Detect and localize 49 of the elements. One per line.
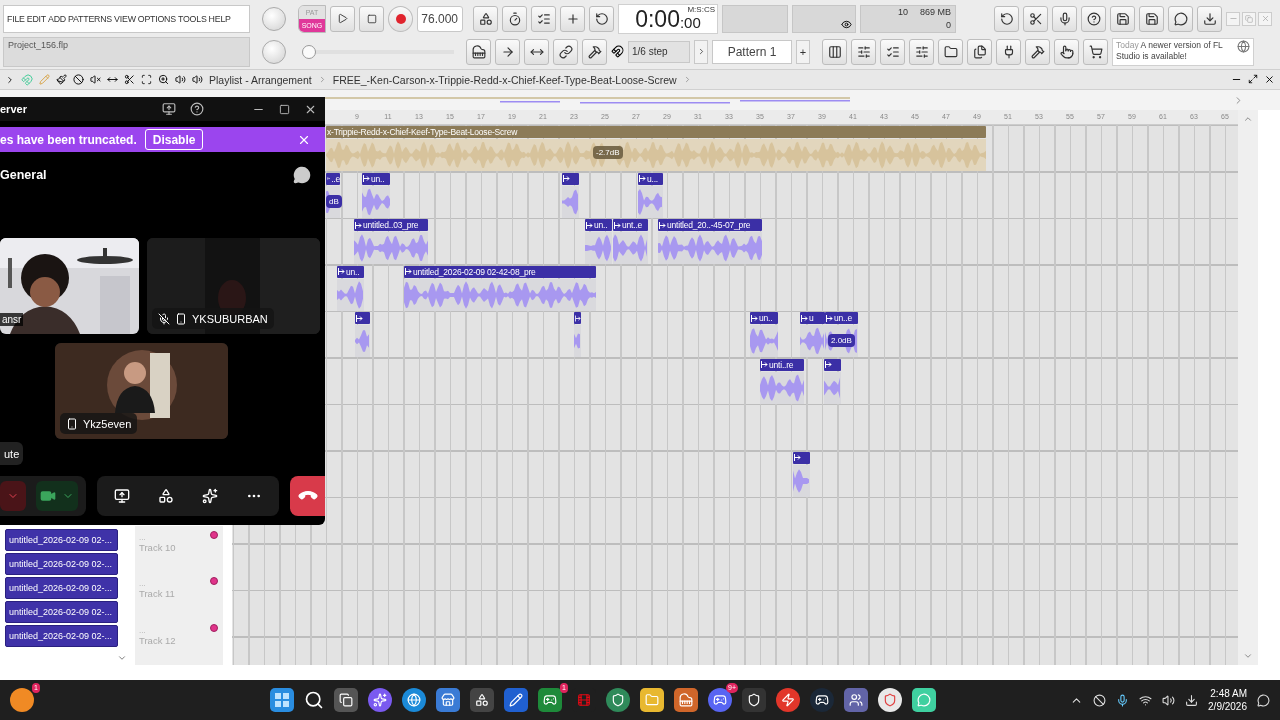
clip-header[interactable]: un.. (750, 312, 778, 324)
news-text: Today A newer version of FL Studio is available! (1116, 39, 1224, 62)
clip-header[interactable]: un.. (337, 265, 364, 278)
participant-name: YKSUBURBAN (192, 312, 268, 325)
clip-header[interactable]: un.. (362, 172, 390, 185)
project-name-field: Project_156.flp (3, 36, 250, 67)
clock[interactable]: 2:48 AM 2/9/2026 (1208, 687, 1247, 713)
song-title: FREE_-Ken-Carson-x-Trippie-Redd-x-Chief-Keef-Type-Beat-Loose-Screw (332, 73, 677, 86)
menu-item[interactable]: HELP (208, 13, 231, 24)
pattern-clip[interactable]: untitled_2026-02-09 02-... (5, 529, 118, 551)
menu-item[interactable]: OPTIONS (137, 13, 176, 24)
menu-item[interactable]: PATTERNS (68, 13, 113, 24)
clip-header[interactable]: ..e (326, 172, 340, 185)
resource-monitor: 10 869 MB 0 (860, 4, 956, 33)
menu-item[interactable]: VIEW (114, 13, 136, 24)
menu-item[interactable]: ADD (48, 13, 66, 24)
clip-header[interactable]: untitled_20..-45-07_pre (658, 219, 762, 231)
menu-item[interactable]: FILE (7, 13, 25, 24)
pattern-clip[interactable]: untitled_2026-02-09 02-... (5, 625, 118, 647)
video-tile[interactable]: ansr (0, 238, 139, 334)
tempo-field[interactable]: 76.000 (417, 5, 463, 32)
menu-item[interactable]: TOOLS (177, 13, 207, 24)
participant-name: ansr (0, 313, 24, 326)
clip-header[interactable]: un.. (585, 219, 612, 231)
snap-selector[interactable]: 1/6 step (628, 40, 690, 63)
mute-button[interactable]: ute (0, 442, 24, 465)
disable-button[interactable]: Disable (144, 129, 204, 150)
menu-item[interactable]: EDIT (26, 13, 47, 24)
clip-header[interactable]: untitled..03_pre (354, 219, 428, 231)
clip-header[interactable]: un..e (825, 312, 858, 324)
pattern-clip[interactable]: untitled_2026-02-09 02-... (5, 577, 118, 599)
clip-header[interactable]: untitled_2026-02-09 02-42-08_pre (404, 265, 596, 278)
window-title: erver (0, 103, 27, 115)
add-pattern-button[interactable]: + (796, 39, 810, 64)
channel-name: General (0, 168, 47, 182)
clip-header[interactable]: u (800, 312, 825, 324)
pattern-clip[interactable]: untitled_2026-02-09 02-... (5, 601, 118, 623)
gain-badge: 2.0dB (828, 334, 855, 347)
gain-badge: -2.7dB (593, 146, 623, 159)
clip-header[interactable]: u... (638, 172, 663, 185)
clip-header[interactable]: unt..e (613, 219, 648, 231)
clip-header[interactable]: x-Trippie-Redd-x-Chief-Keef-Type-Beat-Loose-Screw (326, 126, 986, 138)
participant-name: Ykz5even (83, 417, 132, 430)
notice-text: es have been truncated. (0, 132, 137, 147)
clip-header[interactable]: unti..re (760, 358, 804, 371)
pattern-selector[interactable]: Pattern 1 (712, 39, 792, 64)
video-tile[interactable]: Ykz5even (55, 343, 228, 439)
pattern-clip[interactable]: untitled_2026-02-09 02-... (5, 553, 118, 575)
playlist-title: Playlist - Arrangement (209, 73, 312, 86)
